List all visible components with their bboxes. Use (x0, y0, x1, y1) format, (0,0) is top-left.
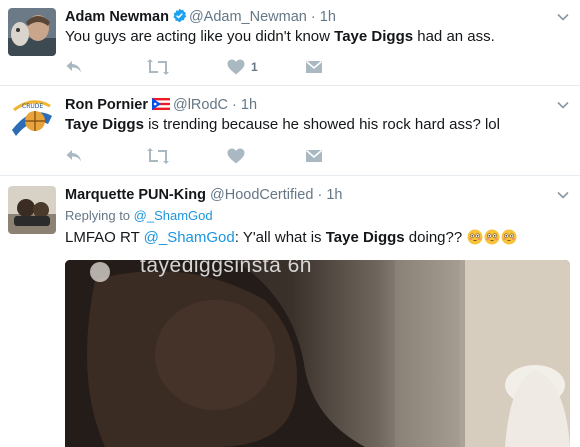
retweet-icon (147, 59, 169, 75)
hashtag-taye-diggs: Taye Diggs (65, 116, 144, 133)
verified-badge-icon (172, 8, 187, 23)
replying-to: Replying to @_ShamGod (65, 208, 213, 223)
like-button[interactable]: 1 (227, 57, 258, 77)
tweet-ron-pornier[interactable]: CRUDE Ron Pornier @lRodC · 1h Taye Diggs … (0, 86, 580, 176)
reply-button[interactable] (65, 146, 83, 166)
reply-icon (66, 61, 81, 73)
display-name[interactable]: Marquette PUN-King (65, 187, 206, 203)
chevron-down-icon[interactable] (556, 98, 570, 112)
retweet-button[interactable] (147, 146, 169, 166)
message-button[interactable] (305, 57, 323, 77)
timestamp[interactable]: 1h (241, 97, 257, 113)
hashtag-taye-diggs: Taye Diggs (325, 229, 405, 246)
replying-handle-link[interactable]: @_ShamGod (134, 208, 213, 223)
tweet-header: Adam Newman @Adam_Newman · 1h (65, 8, 336, 26)
handle[interactable]: @Adam_Newman (189, 9, 307, 25)
tweet-photo[interactable]: tayediggsinsta 6h (65, 260, 570, 447)
chevron-down-icon[interactable] (556, 188, 570, 202)
heart-icon (227, 148, 245, 164)
separator: · (232, 97, 237, 113)
text-segment: You guys are acting like you didn't know (65, 28, 335, 45)
replying-prefix: Replying to (65, 208, 134, 223)
separator: · (317, 187, 323, 203)
tweet-header: Marquette PUN-King @HoodCertified · 1h (65, 186, 342, 204)
tweet-text: You guys are acting like you didn't know… (65, 27, 495, 47)
chevron-down-icon[interactable] (556, 10, 570, 24)
svg-text:CRUDE: CRUDE (22, 103, 43, 110)
like-button[interactable] (227, 146, 245, 166)
avatar[interactable] (8, 8, 56, 56)
timestamp[interactable]: 1h (326, 187, 342, 203)
envelope-icon (305, 149, 323, 162)
retweet-button[interactable] (147, 57, 169, 77)
handle[interactable]: @lRodC (173, 97, 228, 113)
reply-icon (66, 150, 81, 162)
avatar[interactable] (8, 186, 56, 234)
display-name[interactable]: Ron Pornier (65, 97, 148, 113)
text-segment: is trending because he showed his rock h… (143, 116, 500, 133)
tweet-text: Taye Diggs is trending because he showed… (65, 115, 500, 135)
display-name[interactable]: Adam Newman (65, 9, 169, 25)
tweet-actions: 1 (65, 57, 365, 77)
like-count: 1 (251, 60, 258, 74)
heart-icon (227, 59, 245, 75)
tweet-adam-newman[interactable]: Adam Newman @Adam_Newman · 1h You guys ar… (0, 0, 580, 86)
retweet-icon (147, 148, 169, 164)
tweet-header: Ron Pornier @lRodC · 1h (65, 96, 257, 114)
reply-button[interactable] (65, 57, 83, 77)
tweet-text: LMFAO RT @_ShamGod: Y'all what is Taye D… (65, 228, 517, 248)
tweet-actions (65, 146, 365, 166)
hashtag-taye-diggs: Taye Diggs (334, 28, 414, 45)
avatar[interactable]: CRUDE (8, 96, 56, 144)
text-segment: : Y'all what is (234, 229, 326, 246)
mention-link[interactable]: @_ShamGod (144, 229, 235, 246)
photo-image (65, 260, 570, 447)
text-segment: LMFAO RT (65, 229, 144, 246)
puerto-rico-flag-icon (151, 97, 170, 110)
flushed-face-emoji-icon (484, 229, 500, 245)
handle[interactable]: @HoodCertified (210, 187, 313, 203)
photo-caption: tayediggsinsta 6h (140, 260, 312, 277)
separator: · (310, 9, 316, 25)
flushed-face-emoji-icon (467, 229, 483, 245)
message-button[interactable] (305, 146, 323, 166)
envelope-icon (305, 60, 323, 73)
text-segment: had an ass. (413, 28, 495, 45)
flushed-face-emoji-icon (501, 229, 517, 245)
text-segment: doing?? (404, 229, 463, 246)
timestamp[interactable]: 1h (320, 9, 336, 25)
